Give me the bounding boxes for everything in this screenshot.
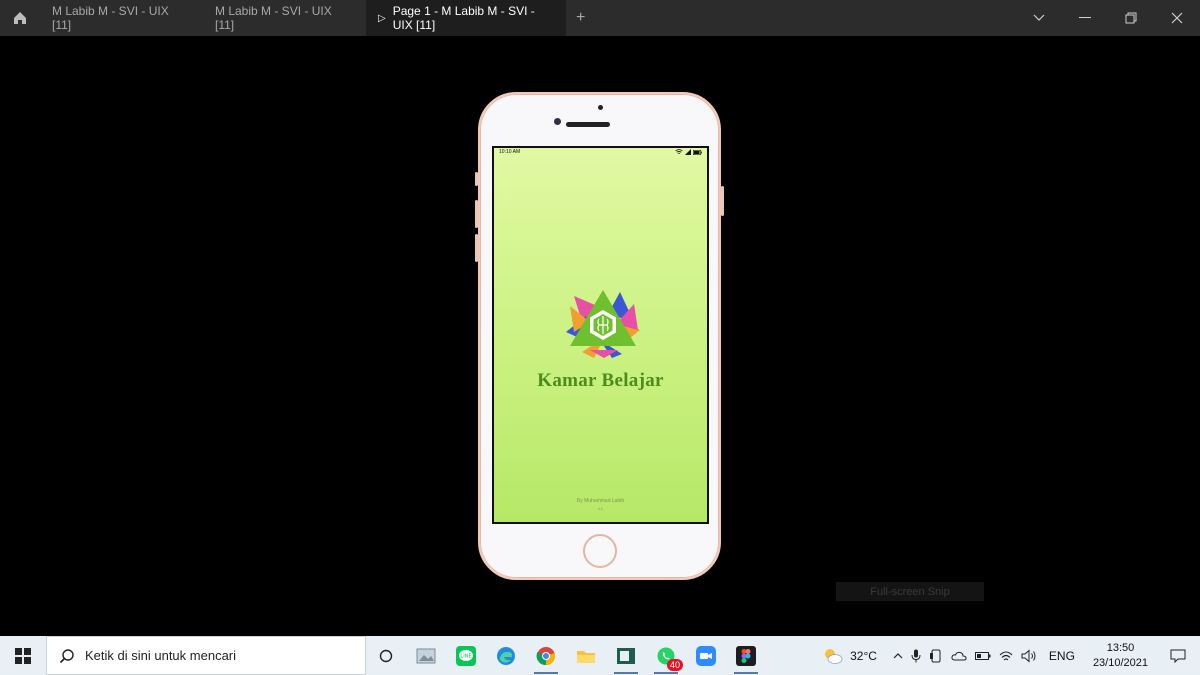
notification-badge: 40 xyxy=(666,659,683,671)
taskbar-app-whatsapp[interactable]: 40 xyxy=(646,636,686,675)
signal-icon xyxy=(685,149,691,155)
phone-link-icon xyxy=(929,649,941,662)
splash-screen[interactable]: 10:10 AM Kamar Belajar By Muhammad Labib… xyxy=(492,146,709,524)
kamar-belajar-logo xyxy=(566,290,640,358)
clock-date: 23/10/2021 xyxy=(1092,656,1148,669)
home-icon xyxy=(14,12,26,24)
snip-sketch-icon xyxy=(617,647,635,664)
plus-icon: + xyxy=(576,9,586,26)
taskbar-search[interactable]: Ketik di sini untuk mencari xyxy=(46,636,366,675)
phone-link-tray[interactable] xyxy=(925,649,947,663)
chrome-browser-icon xyxy=(536,646,556,665)
clock-time: 13:50 xyxy=(1106,641,1135,654)
tab-file-2[interactable]: M Labib M - SVI - UIX [11] xyxy=(203,0,366,36)
svg-text:LINE: LINE xyxy=(460,653,471,659)
partly-cloudy-icon xyxy=(825,648,843,664)
weather-widget[interactable]: 32°C xyxy=(818,647,881,665)
app-title: Kamar Belajar xyxy=(537,370,664,391)
onedrive-tray[interactable] xyxy=(947,651,971,661)
restore-button[interactable] xyxy=(1108,0,1154,36)
battery-tray[interactable] xyxy=(971,651,995,661)
edge-browser-icon xyxy=(497,646,515,665)
wifi-icon xyxy=(675,149,683,154)
taskbar-app-chrome[interactable] xyxy=(526,636,566,675)
proximity-sensor xyxy=(598,105,603,110)
author-credit: By Muhammad Labib xyxy=(576,498,625,504)
battery-icon xyxy=(974,651,991,660)
speaker-icon xyxy=(1021,648,1036,663)
earpiece-speaker xyxy=(566,122,610,127)
battery-icon xyxy=(693,149,702,155)
dropdown-button[interactable] xyxy=(1016,0,1062,36)
close-button[interactable] xyxy=(1154,0,1200,36)
taskbar-app-figma[interactable] xyxy=(726,636,766,675)
tab-file-1[interactable]: M Labib M - SVI - UIX [11] xyxy=(40,0,203,36)
chevron-up-icon xyxy=(893,652,903,658)
task-view-button[interactable] xyxy=(366,636,406,675)
status-bar: 10:10 AM xyxy=(494,148,707,156)
taskbar-app-edge[interactable] xyxy=(486,636,526,675)
system-clock[interactable]: 13:50 23/10/2021 xyxy=(1083,641,1158,671)
status-time: 10:10 AM xyxy=(499,149,521,155)
front-camera xyxy=(554,118,561,125)
start-button[interactable] xyxy=(0,636,46,675)
taskbar-app-photos[interactable] xyxy=(406,636,446,675)
minimize-icon xyxy=(1079,17,1091,18)
system-tray: 32°C ENG 13:50 23/10/2021 xyxy=(818,636,1200,675)
iphone-frame: 10:10 AM Kamar Belajar By Muhammad Labib… xyxy=(475,92,724,580)
new-tab-button[interactable]: + xyxy=(566,0,595,36)
microphone-indicator[interactable] xyxy=(907,649,925,663)
photos-app-icon xyxy=(416,648,436,663)
notification-icon xyxy=(1170,649,1186,663)
restore-icon xyxy=(1125,12,1137,24)
windows-logo-icon xyxy=(15,647,31,664)
home-button[interactable] xyxy=(0,0,40,36)
play-icon: ▷ xyxy=(378,12,386,24)
language-indicator[interactable]: ENG xyxy=(1041,649,1083,663)
tab-prototype-active[interactable]: ▷ Page 1 - M Labib M - SVI - UIX [11] xyxy=(366,0,566,36)
tab-label: M Labib M - SVI - UIX [11] xyxy=(52,4,169,32)
figma-icon xyxy=(736,645,756,666)
close-icon xyxy=(1171,12,1183,24)
search-icon xyxy=(59,648,74,663)
figma-tab-bar: M Labib M - SVI - UIX [11] M Labib M - S… xyxy=(0,0,1200,36)
taskbar-app-snip[interactable] xyxy=(606,636,646,675)
phone-home-button[interactable] xyxy=(583,534,617,568)
minimize-button[interactable] xyxy=(1062,0,1108,36)
network-tray[interactable] xyxy=(995,650,1017,662)
zoom-icon xyxy=(696,645,716,666)
wifi-icon xyxy=(999,650,1013,660)
power-button xyxy=(721,186,724,216)
mute-switch xyxy=(475,172,478,186)
notification-center-button[interactable] xyxy=(1158,649,1200,663)
status-icons xyxy=(675,149,702,155)
volume-tray[interactable] xyxy=(1017,648,1041,663)
task-view-icon xyxy=(379,649,393,662)
prototype-canvas: 10:10 AM Kamar Belajar By Muhammad Labib… xyxy=(0,36,1200,636)
windows-taskbar: Ketik di sini untuk mencari LINE 40 32°C xyxy=(0,636,1200,675)
cloud-icon xyxy=(951,651,967,660)
taskbar-app-file-explorer[interactable] xyxy=(566,636,606,675)
line-app-icon: LINE xyxy=(456,645,476,666)
volume-up-button xyxy=(475,200,478,228)
chevron-down-icon xyxy=(1033,14,1045,21)
microphone-icon xyxy=(911,649,921,662)
search-placeholder: Ketik di sini untuk mencari xyxy=(85,648,237,663)
folder-icon xyxy=(577,650,595,663)
show-hidden-icons-button[interactable] xyxy=(889,652,907,659)
tab-label: M Labib M - SVI - UIX [11] xyxy=(215,4,332,32)
weather-temp: 32°C xyxy=(850,648,877,663)
tab-label: Page 1 - M Labib M - SVI - UIX [11] xyxy=(392,4,535,32)
snip-tooltip: Full-screen Snip xyxy=(836,582,984,601)
taskbar-app-zoom[interactable] xyxy=(686,636,726,675)
taskbar-app-line[interactable]: LINE xyxy=(446,636,486,675)
window-controls xyxy=(1016,0,1200,36)
version-label: v.1 xyxy=(597,506,604,511)
volume-down-button xyxy=(475,234,478,262)
